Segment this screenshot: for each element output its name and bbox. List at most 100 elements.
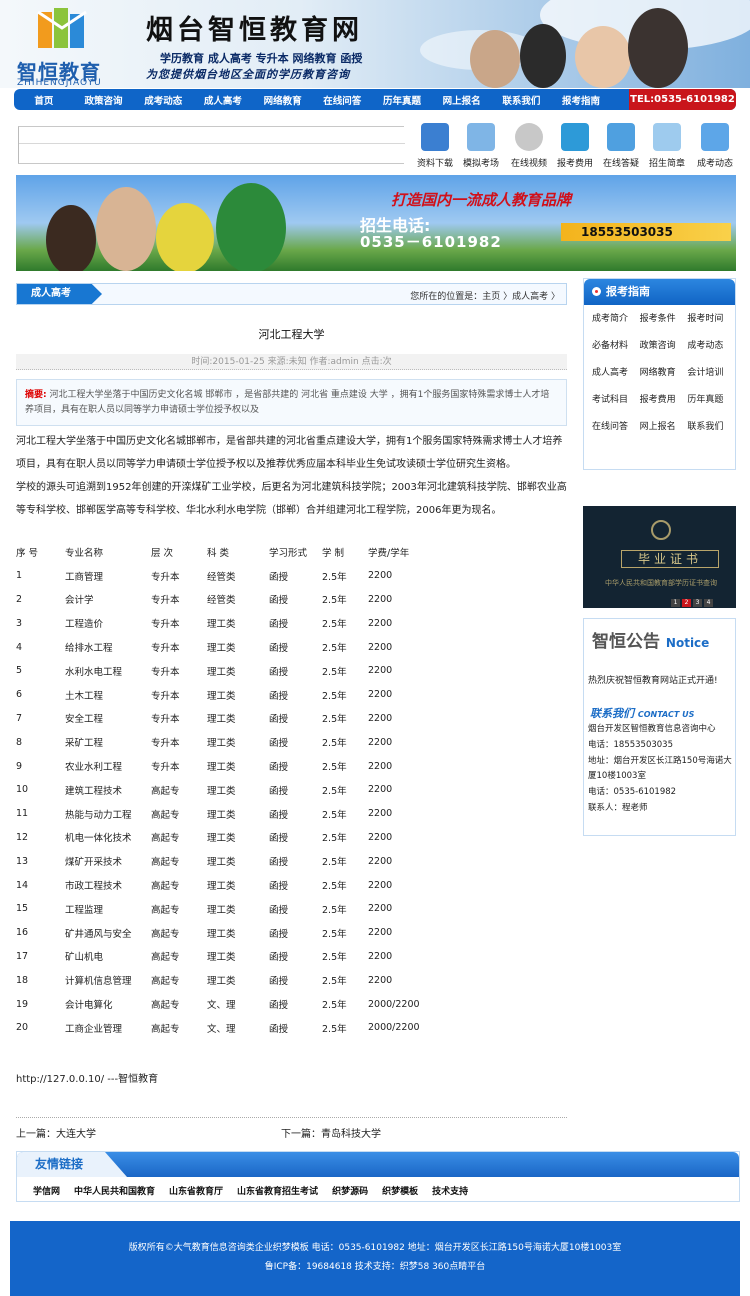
- friend-link[interactable]: 山东省教育厅: [169, 1184, 223, 1197]
- nav-adult-exam[interactable]: 成人高考: [193, 93, 253, 107]
- table-cell: 高起专: [151, 928, 180, 940]
- table-row: 11 热能与动力工程 高起专 理工类 函授 2.5年 2200: [16, 802, 536, 826]
- quick-mock-exam[interactable]: 模拟考场: [458, 121, 504, 169]
- table-cell: 2200: [368, 712, 393, 724]
- table-cell: 函授: [269, 809, 289, 821]
- quick-label: 招生简章: [648, 159, 685, 169]
- quick-label: 模拟考场: [462, 159, 499, 169]
- table-cell: 3: [16, 617, 23, 629]
- table-cell: 2200: [368, 974, 393, 986]
- friend-link[interactable]: 学信网: [33, 1184, 60, 1197]
- table-cell: 理工类: [207, 857, 236, 869]
- friend-link[interactable]: 织梦模板: [382, 1184, 418, 1197]
- nav-exam-news[interactable]: 成考动态: [133, 93, 193, 107]
- slide-dot[interactable]: 3: [693, 599, 702, 607]
- table-cell: 15: [16, 903, 29, 915]
- friend-link[interactable]: 山东省教育招生考试: [237, 1184, 318, 1197]
- source-link[interactable]: http://127.0.0.10/ ---智恒教育: [16, 1070, 158, 1085]
- guide-link[interactable]: 必备材料: [592, 338, 640, 354]
- breadcrumb[interactable]: 您所在的位置是：主页 〉成人高考 〉: [410, 289, 560, 302]
- quick-video[interactable]: 在线视频: [506, 121, 552, 169]
- nav-past-papers[interactable]: 历年真题: [372, 93, 432, 107]
- logo-icon[interactable]: [36, 6, 88, 52]
- quick-download[interactable]: 资料下载: [412, 121, 458, 169]
- article-paragraph: 学校的源头可追溯到1952年创建的开滦煤矿工业学校，后更名为河北建筑科技学院；2…: [16, 482, 567, 516]
- guide-link[interactable]: 联系我们: [687, 419, 735, 435]
- search-area[interactable]: [18, 126, 405, 164]
- nav-online-edu[interactable]: 网络教育: [253, 93, 313, 107]
- nav-contact[interactable]: 联系我们: [492, 93, 552, 107]
- banner-slogan: 打造国内一流成人教育品牌: [391, 191, 572, 209]
- table-cell: 函授: [269, 976, 289, 988]
- quick-fees[interactable]: 报考费用: [552, 121, 598, 169]
- nav-home[interactable]: 首页: [14, 93, 74, 107]
- table-cell: 9: [16, 760, 23, 772]
- guide-links: 成考简介 报考条件 报考时间必备材料 政策咨询 成考动态成人高考 网络教育 会计培训考试科目…: [584, 305, 735, 435]
- friend-links-title: 友情链接: [17, 1152, 127, 1177]
- guide-link[interactable]: 报考时间: [687, 311, 735, 327]
- nav-policy[interactable]: 政策咨询: [74, 93, 134, 107]
- section-tab[interactable]: 成人高考: [17, 284, 102, 304]
- banner[interactable]: 打造国内一流成人教育品牌 招生电话: 0535－6101982 18553503…: [16, 175, 736, 271]
- guide-link[interactable]: 网络教育: [640, 365, 688, 381]
- slide-dot[interactable]: 2: [682, 599, 691, 607]
- guide-link[interactable]: 成考动态: [687, 338, 735, 354]
- table-cell: 采矿工程: [65, 738, 104, 750]
- table-row: 6 土木工程 专升本 理工类 函授 2.5年 2200: [16, 683, 536, 707]
- table-cell: 高起专: [151, 976, 180, 988]
- table-cell: 函授: [269, 571, 289, 583]
- table-cell: 2200: [368, 570, 393, 582]
- nav-signup[interactable]: 网上报名: [432, 93, 492, 107]
- nav-qa[interactable]: 在线问答: [312, 93, 372, 107]
- prev-article-link[interactable]: 上一篇：大连大学: [16, 1125, 96, 1140]
- guide-link[interactable]: 报考条件: [640, 311, 688, 327]
- guide-link[interactable]: 政策咨询: [640, 338, 688, 354]
- slide-dot[interactable]: 1: [671, 599, 680, 607]
- next-article-link[interactable]: 下一篇：青岛科技大学: [281, 1125, 381, 1140]
- article-body: 河北工程大学坐落于中国历史文化名城邯郸市，是省部共建的河北省重点建设大学，拥有1…: [16, 430, 567, 522]
- table-cell: 2200: [368, 641, 393, 653]
- guide-link[interactable]: 会计培训: [687, 365, 735, 381]
- table-row: 4 给排水工程 专升本 理工类 函授 2.5年 2200: [16, 635, 536, 659]
- guide-link[interactable]: 历年真题: [687, 392, 735, 408]
- table-header-cell: 序 号: [16, 547, 39, 559]
- table-row: 17 矿山机电 高起专 理工类 函授 2.5年 2200: [16, 945, 536, 969]
- table-cell: 理工类: [207, 738, 236, 750]
- banner-photo: [216, 183, 286, 271]
- contact-info: 烟台开发区智恒教育信息咨询中心 电话：18553503035 地址：烟台开发区长…: [588, 722, 736, 817]
- table-cell: 理工类: [207, 833, 236, 845]
- table-cell: 12: [16, 831, 29, 843]
- table-cell: 高起专: [151, 833, 180, 845]
- table-cell: 函授: [269, 1000, 289, 1012]
- table-row: 14 市政工程技术 高起专 理工类 函授 2.5年 2200: [16, 873, 536, 897]
- notice-item[interactable]: 热烈庆祝智恒教育网站正式开通!: [588, 673, 718, 686]
- table-row: 12 机电一体化技术 高起专 理工类 函授 2.5年 2200: [16, 826, 536, 850]
- friend-link[interactable]: 织梦源码: [332, 1184, 368, 1197]
- table-cell: 市政工程技术: [65, 881, 123, 893]
- guide-link[interactable]: 考试科目: [592, 392, 640, 408]
- nav-phone: TEL:0535-6101982: [629, 89, 736, 110]
- friend-link[interactable]: 技术支持: [432, 1184, 468, 1197]
- table-cell: 2.5年: [322, 904, 347, 916]
- quick-brochure[interactable]: 招生简章: [644, 121, 690, 169]
- guide-link[interactable]: 网上报名: [640, 419, 688, 435]
- guide-link[interactable]: 在线问答: [592, 419, 640, 435]
- table-cell: 工商企业管理: [65, 1023, 123, 1035]
- guide-link[interactable]: 成考简介: [592, 311, 640, 327]
- guide-link[interactable]: 报考费用: [640, 392, 688, 408]
- slide-dot[interactable]: 4: [704, 599, 713, 607]
- quick-answers[interactable]: 在线答疑: [598, 121, 644, 169]
- table-row: 5 水利水电工程 专升本 理工类 函授 2.5年 2200: [16, 659, 536, 683]
- quick-news[interactable]: 成考动态: [692, 121, 738, 169]
- table-cell: 2.5年: [322, 619, 347, 631]
- slideshow-pager: 1 2 3 4: [671, 599, 713, 607]
- table-cell: 函授: [269, 857, 289, 869]
- guide-link[interactable]: 成人高考: [592, 365, 640, 381]
- certificate-slideshow[interactable]: 毕业证书 中华人民共和国教育部学历证书查询 1 2 3 4: [583, 506, 736, 608]
- abstract-label: 摘要:: [25, 390, 47, 400]
- table-cell: 2200: [368, 617, 393, 629]
- download-icon: [421, 123, 449, 151]
- table-cell: 2.5年: [322, 809, 347, 821]
- nav-guide[interactable]: 报考指南: [551, 93, 611, 107]
- friend-link[interactable]: 中华人民共和国教育: [74, 1184, 155, 1197]
